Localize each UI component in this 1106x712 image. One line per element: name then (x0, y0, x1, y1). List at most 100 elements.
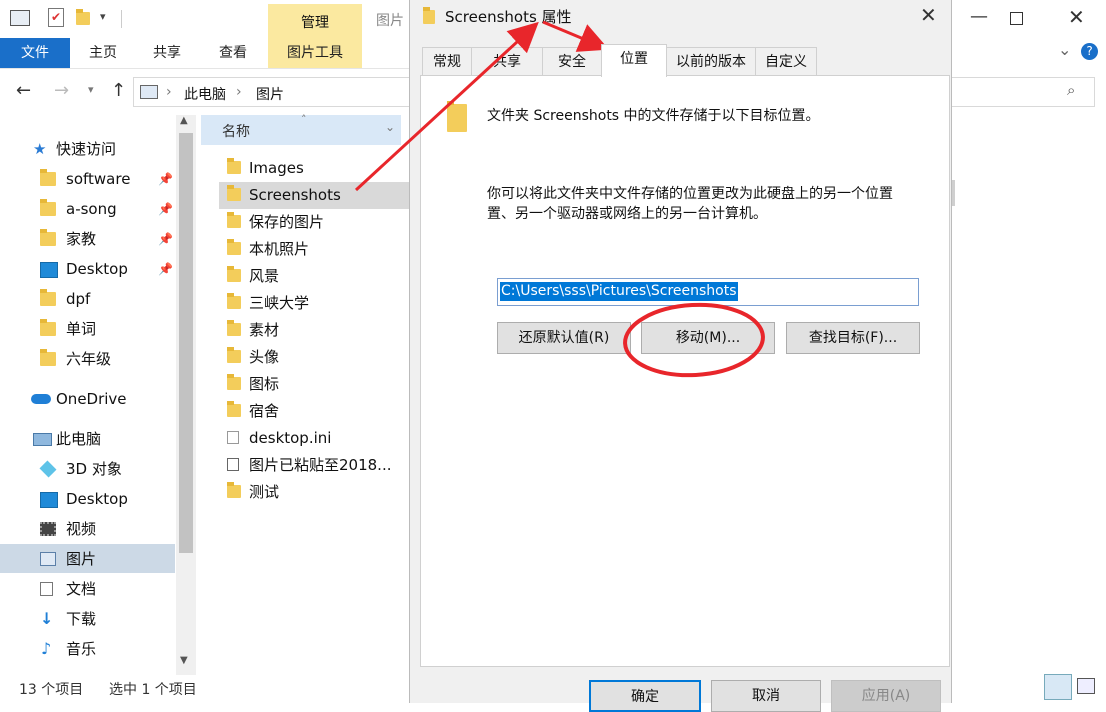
column-dropdown-icon[interactable]: ⌄ (385, 120, 395, 134)
tab-general[interactable]: 常规 (422, 47, 472, 76)
film-icon (40, 522, 56, 536)
file-item-dorm[interactable]: 宿舍 (221, 398, 411, 424)
file-item-label: 三峡大学 (249, 294, 310, 312)
file-item-avatar[interactable]: 头像 (221, 344, 411, 370)
tab-security[interactable]: 安全 (542, 47, 602, 76)
minimize-icon[interactable]: — (970, 6, 988, 27)
tab-picture-tools[interactable]: 图片工具 (268, 38, 362, 68)
file-item-pasted-image[interactable]: 图片已粘贴至2018... (221, 452, 411, 478)
column-header-name[interactable]: 名称 ˄ ⌄ (201, 113, 401, 145)
tab-sharing[interactable]: 共享 (471, 47, 543, 76)
explorer-right-chrome: — ✕ ⌄ ? ⌕ (950, 0, 1106, 703)
sidebar-item-quick-access[interactable]: ★ 快速访问 (0, 135, 175, 163)
sidebar-item-label: a-song (66, 200, 117, 218)
file-item-saved-pictures[interactable]: 保存的图片 (221, 209, 411, 235)
back-arrow-icon[interactable]: ← (16, 80, 31, 101)
file-item-screenshots[interactable]: Screenshots (221, 182, 411, 208)
tab-home[interactable]: 主页 (74, 38, 132, 68)
sidebar-item-grade6[interactable]: 六年级 (0, 345, 175, 373)
file-item-scenery[interactable]: 风景 (221, 263, 411, 289)
search-box[interactable]: ⌕ (950, 77, 1095, 107)
forward-arrow-icon[interactable]: → (54, 80, 69, 101)
properties-quick-icon[interactable]: ✔ (48, 8, 64, 27)
tab-previous-versions[interactable]: 以前的版本 (666, 47, 756, 76)
maximize-icon[interactable] (1010, 12, 1023, 25)
sidebar-item-pictures[interactable]: 图片 (0, 545, 175, 573)
location-path-input[interactable]: C:\Users\sss\Pictures\Screenshots (497, 278, 919, 306)
tab-location[interactable]: 位置 (601, 44, 667, 77)
folder-icon (227, 185, 241, 201)
file-item-camera-roll[interactable]: 本机照片 (221, 236, 411, 262)
folder-icon (227, 347, 241, 363)
sidebar-item-a-song[interactable]: a-song 📌 (0, 195, 175, 223)
pin-icon: 📌 (158, 202, 173, 216)
sidebar-item-jiajiao[interactable]: 家教 📌 (0, 225, 175, 253)
file-item-ctgu[interactable]: 三峡大学 (221, 290, 411, 316)
up-arrow-icon[interactable]: ↑ (111, 80, 126, 101)
tab-file[interactable]: 文件 (0, 38, 70, 68)
customize-toolbar-icon[interactable]: ▾ (100, 10, 106, 23)
close-window-icon[interactable]: ✕ (1068, 5, 1085, 29)
file-item-label: 风景 (249, 267, 280, 285)
sidebar-item-software[interactable]: software 📌 (0, 165, 175, 193)
file-item-label: 图标 (249, 375, 280, 393)
sidebar-item-desktop-pinned[interactable]: Desktop 📌 (0, 255, 175, 283)
restore-default-button[interactable]: 还原默认值(R) (497, 322, 631, 354)
sidebar-item-documents[interactable]: 文档 (0, 575, 175, 603)
scroll-down-icon[interactable]: ▼ (180, 655, 188, 666)
large-icons-view-icon[interactable] (1077, 678, 1095, 694)
sidebar-item-onedrive[interactable]: OneDrive (0, 385, 175, 413)
dialog-close-icon[interactable]: ✕ (920, 3, 937, 27)
folder-icon (227, 158, 241, 174)
file-item-label: 素材 (249, 321, 280, 339)
help-icon[interactable]: ? (1081, 43, 1098, 60)
file-item-label: 头像 (249, 348, 280, 366)
search-icon[interactable]: ⌕ (1067, 81, 1075, 99)
tab-customize[interactable]: 自定义 (755, 47, 817, 76)
sidebar-item-label: 3D 对象 (66, 460, 122, 478)
new-folder-quick-icon[interactable] (76, 9, 90, 25)
breadcrumb-sep-icon[interactable]: › (236, 84, 242, 100)
sidebar-item-downloads[interactable]: ↓ 下载 (0, 605, 175, 633)
file-item-test[interactable]: 测试 (221, 479, 411, 505)
sidebar-item-3d-objects[interactable]: 3D 对象 (0, 455, 175, 483)
file-item-images[interactable]: Images (221, 155, 411, 181)
expand-ribbon-icon[interactable]: ⌄ (1058, 40, 1071, 59)
location-path-value: C:\Users\sss\Pictures\Screenshots (500, 282, 738, 301)
find-target-button[interactable]: 查找目标(F)... (786, 322, 920, 354)
tab-share[interactable]: 共享 (138, 38, 196, 68)
apply-button[interactable]: 应用(A) (831, 680, 941, 712)
manage-tab-label[interactable]: 管理 (268, 12, 362, 32)
pin-icon: 📌 (158, 232, 173, 246)
file-item-icons[interactable]: 图标 (221, 371, 411, 397)
sidebar-item-desktop[interactable]: Desktop (0, 485, 175, 513)
sidebar-item-label: 视频 (66, 520, 97, 538)
file-item-label: Images (249, 159, 304, 177)
explorer-app-icon (10, 10, 30, 26)
sidebar-item-dpf[interactable]: dpf (0, 285, 175, 313)
tab-view[interactable]: 查看 (204, 38, 262, 68)
sidebar-item-this-pc[interactable]: 此电脑 (0, 425, 175, 453)
breadcrumb-sep-icon[interactable]: › (166, 84, 172, 100)
pictures-location-icon (140, 85, 158, 99)
cancel-button[interactable]: 取消 (711, 680, 821, 712)
folder-large-icon (447, 101, 467, 132)
settings-file-icon (227, 431, 239, 444)
file-item-material[interactable]: 素材 (221, 317, 411, 343)
sidebar-item-videos[interactable]: 视频 (0, 515, 175, 543)
location-tab-panel: 文件夹 Screenshots 中的文件存储于以下目标位置。 你可以将此文件夹中… (420, 75, 950, 667)
breadcrumb-pictures[interactable]: 图片 (256, 84, 284, 104)
file-item-label: 图片已粘贴至2018... (249, 456, 392, 474)
ok-button[interactable]: 确定 (589, 680, 701, 712)
scroll-up-icon[interactable]: ▲ (180, 115, 188, 126)
sidebar-scroll-thumb[interactable] (179, 133, 193, 553)
properties-dialog: Screenshots 属性 ✕ 常规 共享 安全 位置 以前的版本 自定义 文… (409, 0, 952, 712)
sidebar-item-danci[interactable]: 单词 (0, 315, 175, 343)
file-item-label: Screenshots (249, 186, 341, 204)
file-item-desktop-ini[interactable]: desktop.ini (221, 425, 411, 451)
move-button[interactable]: 移动(M)... (641, 322, 775, 354)
details-view-icon[interactable] (1044, 674, 1072, 700)
sidebar-item-music[interactable]: ♪ 音乐 (0, 635, 175, 663)
breadcrumb-this-pc[interactable]: 此电脑 (184, 84, 226, 104)
recent-locations-icon[interactable]: ▾ (88, 83, 94, 96)
